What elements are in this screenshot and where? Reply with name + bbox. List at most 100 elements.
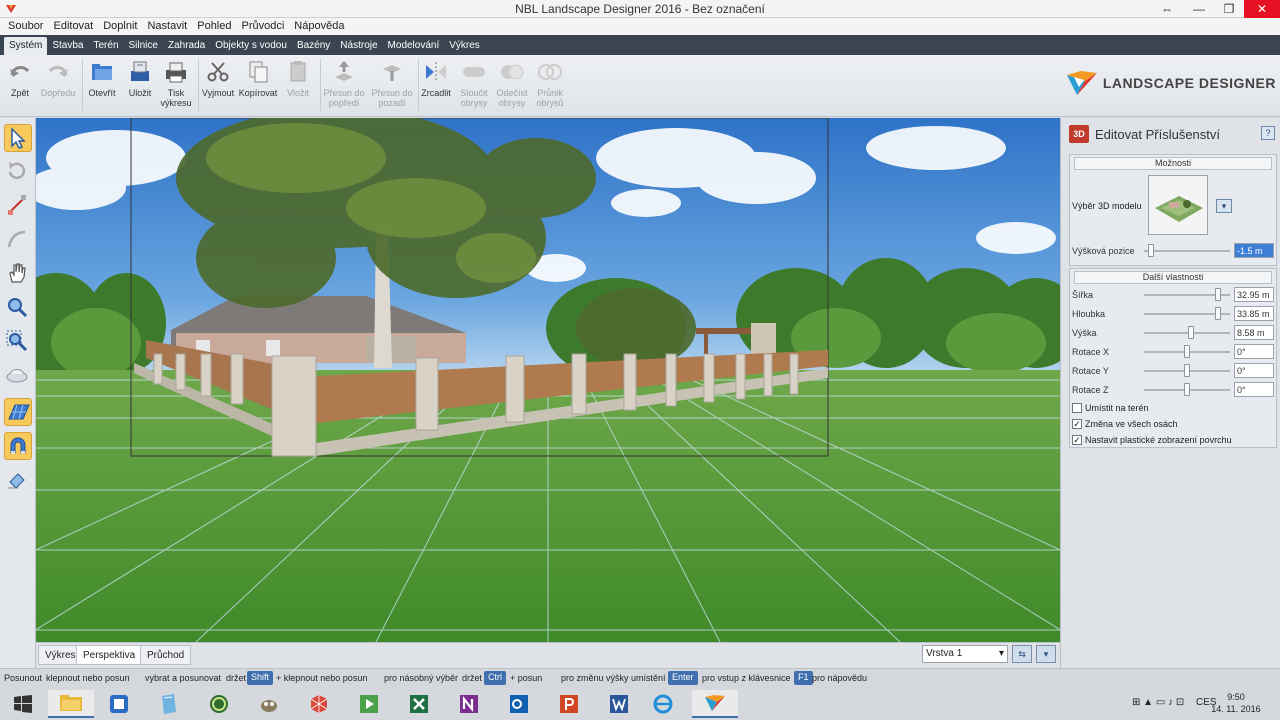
taskbar-file-explorer[interactable] (48, 690, 94, 718)
clock[interactable]: 9:50 14. 11. 2016 (1206, 691, 1266, 715)
layer-swap-button[interactable]: ⇆ (1012, 645, 1032, 663)
taskbar-app-4[interactable] (246, 690, 292, 718)
tab-teren[interactable]: Terén (88, 37, 123, 55)
cube-icon (310, 695, 328, 713)
curve-tool[interactable] (4, 226, 32, 254)
taskbar-internet-explorer[interactable] (640, 690, 686, 718)
send-to-back-button[interactable]: Přesun do pozadí (370, 59, 414, 108)
width-slider-thumb[interactable] (1214, 288, 1221, 301)
tab-nastroje[interactable]: Nástroje (335, 37, 382, 55)
width-input[interactable]: 32.95 m (1234, 287, 1274, 302)
all-axes-label: Změna ve všech osách (1085, 419, 1178, 429)
bring-to-front-button[interactable]: Přesun do popředí (322, 59, 366, 108)
taskbar-powerpoint[interactable] (546, 690, 592, 718)
status-hint-click: klepnout nebo posun (46, 673, 130, 683)
windows-taskbar: ⊞ ▲ ▭ ♪ ⊡ CES 9:50 14. 11. 2016 (0, 688, 1280, 720)
menu-soubor[interactable]: Soubor (3, 18, 48, 35)
select-tool[interactable] (4, 124, 32, 152)
tab-zahrada[interactable]: Zahrada (163, 37, 210, 55)
layer-select[interactable]: Vrstva 1 ▾ (922, 645, 1008, 663)
height-position-slider-thumb[interactable] (1148, 244, 1155, 257)
tab-system[interactable]: Systém (4, 37, 48, 55)
tab-modelovani[interactable]: Modelování (383, 37, 445, 55)
place-on-terrain-checkbox[interactable]: Umístit na terén (1072, 401, 1149, 415)
restore-arrows-icon[interactable]: ⇔ (1152, 0, 1182, 18)
merge-label-2: obrysy (460, 98, 488, 108)
maximize-button[interactable]: ❐ (1214, 0, 1244, 18)
tab-perspective[interactable]: Perspektiva (76, 645, 143, 665)
layer-dropdown-button[interactable]: ▾ (1036, 645, 1056, 663)
print-button[interactable]: Tisk výkresu (154, 59, 198, 108)
tab-vykres[interactable]: Výkres (444, 37, 485, 55)
copy-label: Kopírovat (238, 88, 278, 98)
orbit-tool[interactable] (4, 362, 32, 390)
height-slider[interactable] (1144, 332, 1230, 334)
options-group-title: Možnosti (1074, 157, 1272, 170)
menu-editovat[interactable]: Editovat (48, 18, 98, 35)
start-button[interactable] (0, 690, 46, 718)
model-dropdown-button[interactable]: ▾ (1216, 199, 1232, 213)
resize-tool[interactable] (4, 192, 32, 220)
rotation-y-slider-thumb[interactable] (1184, 364, 1190, 377)
rotation-x-input[interactable]: 0° (1234, 344, 1274, 359)
clock-time: 9:50 (1227, 692, 1245, 702)
cut-label: Vyjmout (201, 88, 235, 98)
3d-viewport[interactable] (36, 118, 1060, 642)
taskbar-app-3[interactable] (196, 690, 242, 718)
depth-input[interactable]: 33.85 m (1234, 306, 1274, 321)
height-position-slider[interactable] (1144, 250, 1230, 252)
taskbar-landscape-designer[interactable] (692, 690, 738, 718)
zoom-window-tool[interactable] (4, 328, 32, 356)
cut-button[interactable]: Vyjmout (196, 59, 240, 98)
model-thumbnail[interactable] (1148, 175, 1208, 235)
snap-tool[interactable] (4, 432, 32, 460)
rotation-x-slider-thumb[interactable] (1184, 345, 1190, 358)
redo-button[interactable]: Dopředu (36, 59, 80, 98)
shift-key-badge: Shift (247, 671, 274, 685)
rotate-tool[interactable] (4, 158, 32, 186)
menu-napoveda[interactable]: Nápověda (289, 18, 349, 35)
height-slider-thumb[interactable] (1188, 326, 1195, 339)
menu-pruvodci[interactable]: Průvodci (237, 18, 290, 35)
all-axes-checkbox[interactable]: ✓ Změna ve všech osách (1072, 417, 1178, 431)
plastic-surface-checkbox[interactable]: ✓ Nastavit plastické zobrazení povrchu (1072, 433, 1232, 447)
intersect-outlines-button[interactable]: Průnik obrysů (528, 59, 572, 108)
bring-front-label-2: popředí (328, 98, 360, 108)
height-input[interactable]: 8.58 m (1234, 325, 1274, 340)
orbit-icon (6, 369, 28, 383)
taskbar-app-6[interactable] (346, 690, 392, 718)
taskbar-app-2[interactable] (146, 690, 192, 718)
height-position-input[interactable]: -1.5 m (1234, 243, 1274, 258)
system-tray-icons[interactable]: ⊞ ▲ ▭ ♪ ⊡ (1132, 697, 1184, 708)
tab-objekty-s-vodou[interactable]: Objekty s vodou (210, 37, 292, 55)
depth-slider-thumb[interactable] (1214, 307, 1221, 320)
place-on-terrain-label: Umístit na terén (1085, 403, 1149, 413)
copy-button[interactable]: Kopírovat (236, 59, 280, 98)
rotation-z-slider-thumb[interactable] (1184, 383, 1190, 396)
paste-button[interactable]: Vložit (276, 59, 320, 98)
taskbar-word[interactable] (596, 690, 642, 718)
measure-tool[interactable] (4, 466, 32, 494)
taskbar-excel[interactable] (396, 690, 442, 718)
rotation-y-input[interactable]: 0° (1234, 363, 1274, 378)
pan-tool[interactable] (4, 260, 32, 288)
taskbar-app-1[interactable] (96, 690, 142, 718)
minimize-button[interactable]: — (1184, 0, 1214, 18)
tab-stavba[interactable]: Stavba (47, 37, 88, 55)
taskbar-app-5[interactable] (296, 690, 342, 718)
tab-bazeny[interactable]: Bazény (292, 37, 335, 55)
tab-walkthrough[interactable]: Průchod (140, 645, 192, 665)
close-button[interactable]: ✕ (1244, 0, 1280, 18)
menu-doplnit[interactable]: Doplnit (98, 18, 142, 35)
rotation-z-input[interactable]: 0° (1234, 382, 1274, 397)
taskbar-outlook[interactable] (496, 690, 542, 718)
arrow-cursor-icon (11, 127, 26, 149)
open-label: Otevřít (88, 88, 116, 98)
grid-tool[interactable] (4, 398, 32, 426)
help-button[interactable]: ? (1261, 126, 1275, 140)
taskbar-onenote[interactable] (446, 690, 492, 718)
menu-pohled[interactable]: Pohled (192, 18, 236, 35)
zoom-in-tool[interactable] (4, 294, 32, 322)
tab-silnice[interactable]: Silnice (124, 37, 163, 55)
menu-nastavit[interactable]: Nastavit (142, 18, 192, 35)
